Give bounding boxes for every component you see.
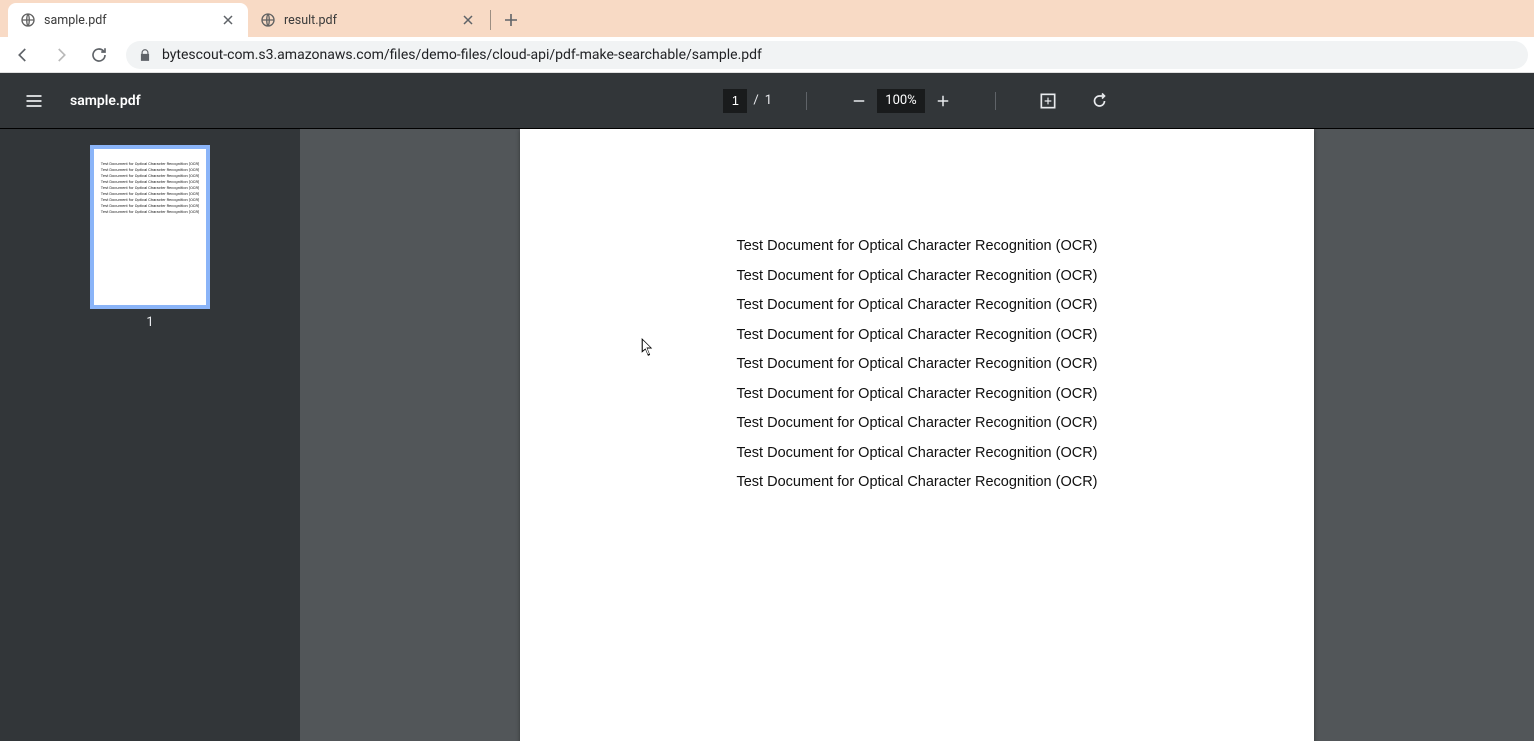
reload-button[interactable]: [82, 39, 116, 71]
pdf-text-line: Test Document for Optical Character Reco…: [736, 328, 1097, 343]
rotate-button[interactable]: [1084, 83, 1120, 119]
pdf-text-line: Test Document for Optical Character Reco…: [736, 357, 1097, 372]
thumbnail-page[interactable]: Test Document for Optical Character Reco…: [90, 145, 210, 309]
page-number-input[interactable]: [723, 89, 747, 113]
globe-icon: [260, 12, 276, 28]
forward-button[interactable]: [44, 39, 78, 71]
pdf-text-line: Test Document for Optical Character Reco…: [736, 446, 1097, 461]
zoom-controls: 100%: [841, 83, 961, 119]
tab-title: result.pdf: [284, 13, 452, 28]
pdf-toolbar: sample.pdf / 1 100%: [0, 73, 1534, 129]
pdf-text-line: Test Document for Optical Character Reco…: [736, 475, 1097, 490]
pdf-file-title: sample.pdf: [70, 93, 141, 109]
thumbnail-item[interactable]: Test Document for Optical Character Reco…: [90, 145, 210, 330]
toolbar-divider: [995, 92, 996, 110]
zoom-out-button[interactable]: [841, 83, 877, 119]
thumbnail-panel[interactable]: Test Document for Optical Character Reco…: [0, 129, 300, 741]
pdf-text-line: Test Document for Optical Character Reco…: [736, 269, 1097, 284]
back-button[interactable]: [6, 39, 40, 71]
zoom-in-button[interactable]: [925, 83, 961, 119]
pdf-text-line: Test Document for Optical Character Reco…: [736, 239, 1097, 254]
thumbnail-number: 1: [146, 315, 153, 330]
tab-title: sample.pdf: [44, 13, 212, 28]
pdf-body: Test Document for Optical Character Reco…: [0, 129, 1534, 741]
browser-tab-inactive[interactable]: result.pdf: [248, 3, 488, 37]
page-total: 1: [765, 93, 772, 108]
pdf-text-line: Test Document for Optical Character Reco…: [736, 387, 1097, 402]
tab-divider: [490, 10, 491, 30]
lock-icon: [138, 48, 152, 62]
zoom-level[interactable]: 100%: [877, 89, 925, 113]
url-bar[interactable]: bytescout-com.s3.amazonaws.com/files/dem…: [126, 41, 1528, 69]
pdf-text-line: Test Document for Optical Character Reco…: [736, 416, 1097, 431]
page-controls: / 1: [723, 89, 772, 113]
page-viewport[interactable]: Test Document for Optical Character Reco…: [300, 129, 1534, 741]
url-text: bytescout-com.s3.amazonaws.com/files/dem…: [162, 47, 1516, 63]
pdf-page: Test Document for Optical Character Reco…: [520, 129, 1314, 741]
browser-tab-strip: sample.pdf result.pdf: [0, 0, 1534, 37]
globe-icon: [20, 12, 36, 28]
pdf-text-line: Test Document for Optical Character Reco…: [736, 298, 1097, 313]
fit-to-page-button[interactable]: [1030, 83, 1066, 119]
browser-tab-active[interactable]: sample.pdf: [8, 3, 248, 37]
toolbar-divider: [806, 92, 807, 110]
menu-icon[interactable]: [16, 83, 52, 119]
close-icon[interactable]: [220, 12, 236, 28]
thumbnail-text-line: Test Document for Optical Character Reco…: [101, 209, 200, 215]
page-separator: /: [747, 93, 764, 108]
new-tab-button[interactable]: [497, 6, 525, 34]
close-icon[interactable]: [460, 12, 476, 28]
browser-address-bar: bytescout-com.s3.amazonaws.com/files/dem…: [0, 37, 1534, 73]
